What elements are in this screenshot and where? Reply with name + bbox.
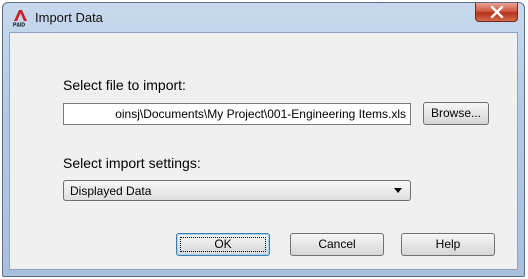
- dialog-body: Select file to import: oinsj\Documents\M…: [9, 32, 518, 270]
- file-path-input[interactable]: oinsj\Documents\My Project\001-Engineeri…: [63, 103, 411, 125]
- pid-app-icon: P&ID: [13, 9, 29, 29]
- window-title: Import Data: [35, 10, 103, 25]
- browse-button[interactable]: Browse...: [423, 102, 489, 125]
- ok-button[interactable]: OK: [176, 233, 270, 256]
- select-settings-label: Select import settings:: [63, 155, 201, 171]
- import-settings-value: Displayed Data: [70, 184, 152, 198]
- close-icon: [490, 6, 504, 18]
- import-data-dialog: P&ID Import Data Select file to import: …: [2, 2, 525, 277]
- cancel-button[interactable]: Cancel: [290, 233, 384, 256]
- help-button[interactable]: Help: [401, 233, 495, 256]
- dropdown-arrow-icon: [394, 188, 402, 193]
- import-settings-dropdown[interactable]: Displayed Data: [63, 180, 411, 201]
- close-button[interactable]: [475, 3, 518, 22]
- select-file-label: Select file to import:: [63, 77, 186, 93]
- title-bar[interactable]: P&ID Import Data: [3, 3, 524, 31]
- svg-text:P&ID: P&ID: [13, 23, 25, 28]
- focus-rectangle: [180, 237, 266, 252]
- file-path-value: oinsj\Documents\My Project\001-Engineeri…: [115, 107, 406, 121]
